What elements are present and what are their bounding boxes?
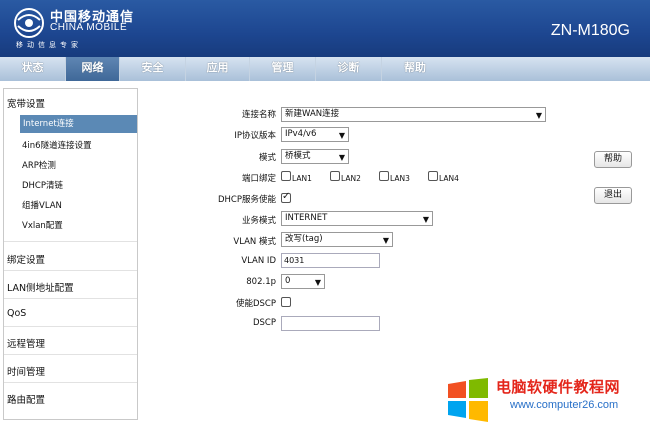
china-mobile-logo-icon (14, 8, 44, 38)
help-button[interactable]: 帮助 (594, 151, 632, 168)
nav-diagnostics[interactable]: 诊断 (316, 57, 382, 81)
lan4-label: LAN4 (439, 174, 459, 183)
sidebar-divider (4, 298, 137, 299)
chevron-down-icon: ▼ (382, 236, 389, 245)
brand-slogan: 移动信息专家 (16, 41, 82, 49)
sidebar-item-remote-management[interactable]: 远程管理 (7, 336, 45, 350)
sidebar-divider (4, 382, 137, 383)
nav-help[interactable]: 帮助 (382, 57, 448, 81)
vlan-id-label: VLAN ID (241, 256, 276, 266)
sidebar-item-time-management[interactable]: 时间管理 (7, 364, 45, 378)
sidebar-item-lan-address[interactable]: LAN侧地址配置 (7, 280, 74, 294)
sidebar-subitem-vxlan[interactable]: Vxlan配置 (22, 219, 63, 231)
dhcp-service-checkbox[interactable] (281, 191, 291, 203)
sidebar-subitem-internet[interactable]: Internet连接 (20, 115, 137, 133)
sidebar-divider (4, 241, 137, 242)
sidebar: 宽带设置 Internet连接 4in6隧道连接设置 ARP检测 DHCP清链 … (3, 88, 138, 420)
header-bar: 中国移动通信 CHINA MOBILE 移动信息专家 ZN-M180G (0, 0, 650, 57)
connection-name-select[interactable]: 新建WAN连接 ▼ (281, 107, 546, 122)
vlan-mode-label: VLAN 模式 (233, 237, 276, 247)
service-mode-label: 业务模式 (241, 216, 276, 226)
enable-dscp-label: 使能DSCP (235, 299, 276, 309)
nav-network[interactable]: 网络 (66, 57, 120, 81)
watermark-url: www.computer26.com (510, 399, 619, 411)
lan1-label: LAN1 (292, 174, 312, 183)
dscp-input[interactable] (281, 316, 380, 331)
sidebar-item-routing[interactable]: 路由配置 (7, 392, 45, 406)
ip-version-select[interactable]: IPv4/v6 ▼ (281, 127, 349, 142)
ip-version-label: IP协议版本 (234, 131, 276, 141)
main-nav: 状态 网络 安全 应用 管理 诊断 帮助 (0, 57, 650, 81)
nav-management[interactable]: 管理 (250, 57, 316, 81)
dscp-label: DSCP (252, 318, 276, 328)
service-mode-select[interactable]: INTERNET ▼ (281, 211, 433, 226)
chevron-down-icon: ▼ (535, 111, 542, 120)
chevron-down-icon: ▼ (338, 153, 345, 162)
lan2-checkbox[interactable] (330, 171, 340, 181)
nav-status[interactable]: 状态 (0, 57, 66, 81)
sidebar-item-broadband[interactable]: 宽带设置 (7, 96, 45, 110)
dot1p-select[interactable]: 0 ▼ (281, 274, 325, 289)
lan2-label: LAN2 (341, 174, 361, 183)
dhcp-service-label: DHCP服务使能 (218, 195, 276, 205)
vlan-id-input[interactable]: 4031 (281, 253, 380, 268)
connection-name-label: 连接名称 (241, 110, 276, 120)
vlan-mode-select[interactable]: 改写(tag) ▼ (281, 232, 393, 247)
dot1p-label: 802.1p (246, 277, 276, 287)
sidebar-subitem-multicast-vlan[interactable]: 组播VLAN (22, 199, 62, 211)
sidebar-subitem-dhcp[interactable]: DHCP清链 (22, 179, 63, 191)
nav-apps[interactable]: 应用 (186, 57, 250, 81)
device-model: ZN-M180G (550, 22, 630, 39)
chevron-down-icon: ▼ (422, 215, 429, 224)
mode-label: 模式 (258, 153, 276, 163)
sidebar-divider (4, 270, 137, 271)
sidebar-subitem-arp[interactable]: ARP检测 (22, 159, 56, 171)
lan3-checkbox[interactable] (379, 171, 389, 181)
brand-name-en: CHINA MOBILE (50, 22, 128, 33)
sidebar-divider (4, 354, 137, 355)
mode-select[interactable]: 桥模式 ▼ (281, 149, 349, 164)
lan3-label: LAN3 (390, 174, 410, 183)
watermark-text: 电脑软硬件教程网 (496, 378, 621, 396)
logout-button[interactable]: 退出 (594, 187, 632, 204)
lan4-checkbox[interactable] (428, 171, 438, 181)
windows-logo-icon (448, 378, 488, 422)
chevron-down-icon: ▼ (338, 131, 345, 140)
sidebar-subitem-4in6[interactable]: 4in6隧道连接设置 (22, 139, 92, 151)
chevron-down-icon: ▼ (314, 278, 321, 287)
port-binding-label: 端口绑定 (241, 174, 276, 184)
enable-dscp-checkbox[interactable] (281, 297, 291, 307)
sidebar-item-qos[interactable]: QoS (7, 308, 26, 319)
sidebar-item-binding[interactable]: 绑定设置 (7, 252, 45, 266)
nav-security[interactable]: 安全 (120, 57, 186, 81)
sidebar-divider (4, 326, 137, 327)
lan1-checkbox[interactable] (281, 171, 291, 181)
